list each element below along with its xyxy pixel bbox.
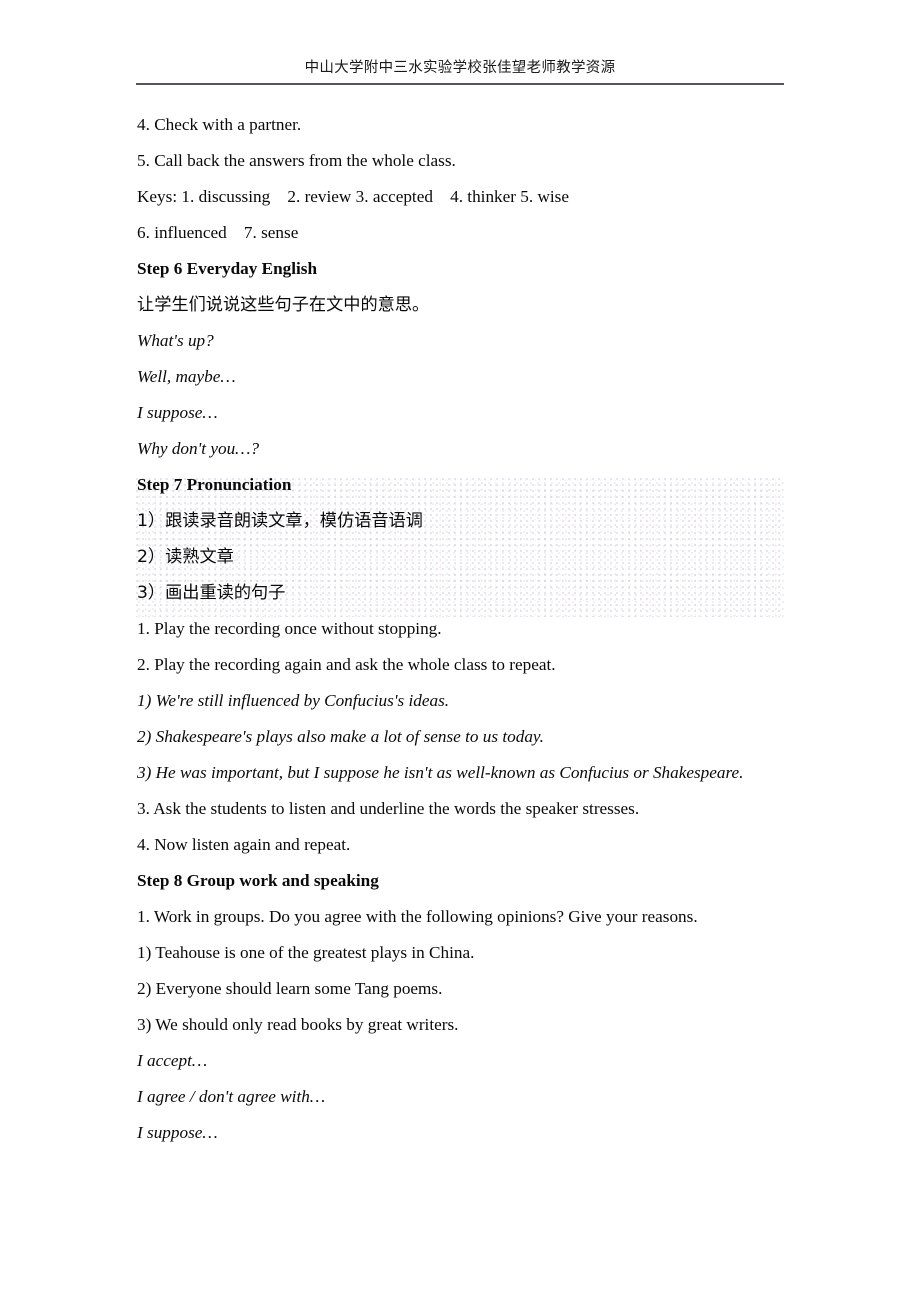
step7-cn-item-2: 2）读熟文章 <box>137 547 234 567</box>
step8-opinion-2: 2) Everyone should learn some Tang poems… <box>137 979 443 998</box>
step7-step-2: 2. Play the recording again and ask the … <box>137 655 556 674</box>
step7-sentence-1: 1) We're still influenced by Confucius's… <box>137 691 450 710</box>
step8-heading: Step 8 Group work and speaking <box>137 871 379 890</box>
page-header: 中山大学附中三水实验学校张佳望老师教学资源 <box>136 58 784 85</box>
step5-item-1: 4. Check with a partner. <box>137 115 302 134</box>
header-title: 中山大学附中三水实验学校张佳望老师教学资源 <box>304 60 616 76</box>
step5-item-2: 5. Call back the answers from the whole … <box>137 151 456 170</box>
step8-phrase-2: I agree / don't agree with… <box>137 1087 326 1106</box>
step7-step-4: 4. Now listen again and repeat. <box>137 835 351 854</box>
step6-phrase-4: Why don't you…? <box>137 439 260 458</box>
step7-cn-item-3: 3）画出重读的句子 <box>137 583 286 603</box>
step6-phrase-1: What's up? <box>137 331 214 350</box>
keys-line-1: Keys: 1. discussing 2. review 3. accepte… <box>137 187 569 206</box>
step7-cn-item-1: 1）跟读录音朗读文章，模仿语音语调 <box>137 511 423 531</box>
step6-instruction-cn: 让学生们说说这些句子在文中的意思。 <box>137 295 430 315</box>
step6-phrase-3: I suppose… <box>137 403 218 422</box>
document-body: 4. Check with a partner. 5. Call back th… <box>137 107 797 1151</box>
step7-sentence-3: 3) He was important, but I suppose he is… <box>137 763 744 782</box>
step8-phrase-1: I accept… <box>137 1051 208 1070</box>
step7-step-1: 1. Play the recording once without stopp… <box>137 619 442 638</box>
header-divider <box>136 83 784 85</box>
step8-phrase-3: I suppose… <box>137 1123 218 1142</box>
step8-instruction: 1. Work in groups. Do you agree with the… <box>137 907 698 926</box>
step8-opinion-3: 3) We should only read books by great wr… <box>137 1015 459 1034</box>
keys-line-2: 6. influenced 7. sense <box>137 223 299 242</box>
step6-phrase-2: Well, maybe… <box>137 367 236 386</box>
step7-sentence-2: 2) Shakespeare's plays also make a lot o… <box>137 727 544 746</box>
step7-heading: Step 7 Pronunciation <box>137 475 292 494</box>
document-page: 中山大学附中三水实验学校张佳望老师教学资源 4. Check with a pa… <box>0 0 920 1302</box>
step7-step-3: 3. Ask the students to listen and underl… <box>137 799 640 818</box>
step6-heading: Step 6 Everyday English <box>137 259 318 278</box>
step8-opinion-1: 1) Teahouse is one of the greatest plays… <box>137 943 475 962</box>
